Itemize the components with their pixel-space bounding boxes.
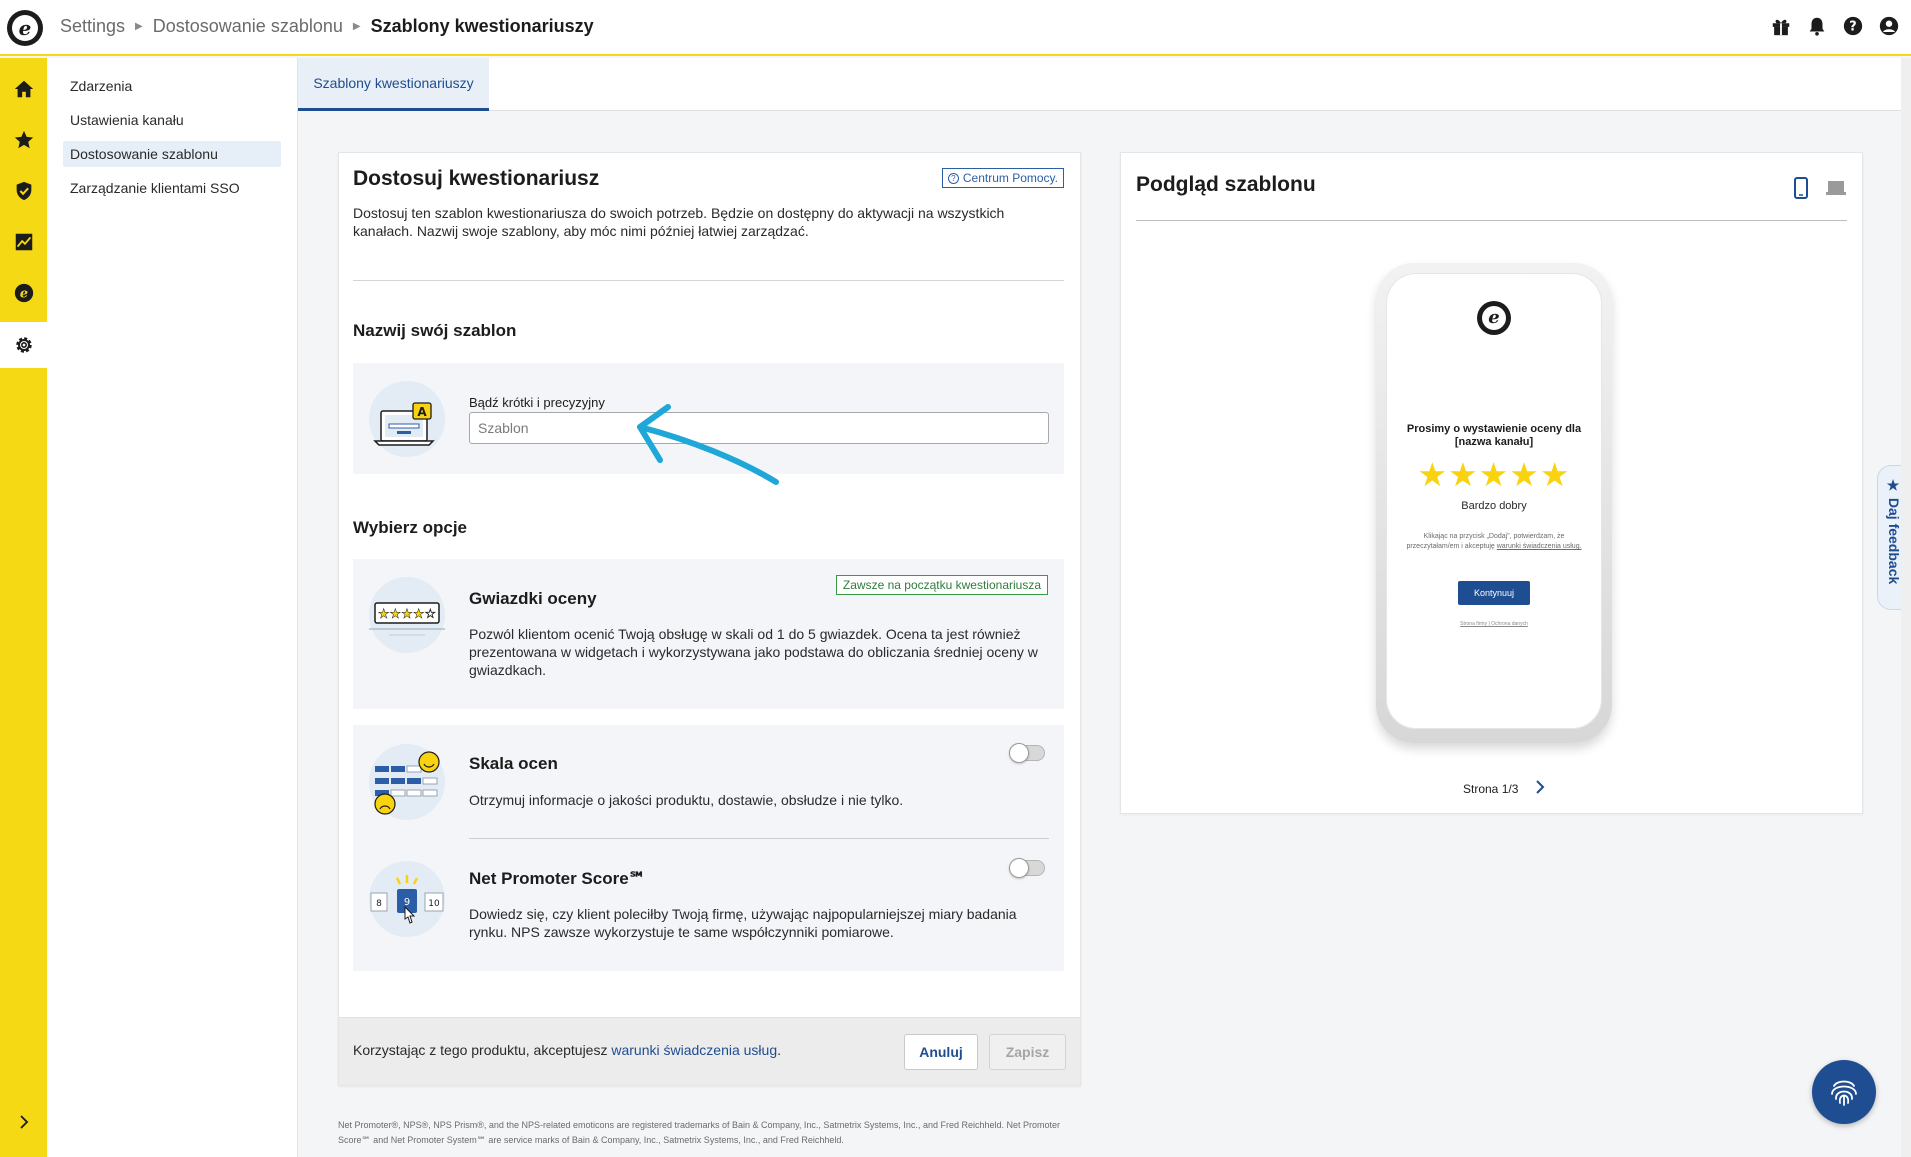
options-section-title: Wybierz opcje	[353, 518, 467, 537]
trustpilot-icon[interactable]: e	[0, 270, 47, 316]
phone-screen: e Prosimy o wystawienie oceny dla [nazwa…	[1386, 273, 1602, 729]
nps-option-description: Dowiedz się, czy klient poleciłby Twoją …	[469, 906, 1017, 940]
template-name-label: Bądź krótki i precyzyjny	[469, 395, 605, 410]
svg-text:A: A	[417, 405, 427, 419]
star-icon[interactable]	[0, 117, 47, 163]
terms-link[interactable]: warunki świadczenia usług	[611, 1042, 777, 1058]
nps-toggle[interactable]	[1009, 858, 1045, 878]
always-first-badge: Zawsze na początku kwestionariusza	[835, 575, 1048, 595]
settings-icon[interactable]	[0, 322, 47, 368]
tab-questionnaire-templates[interactable]: Szablony kwestionariuszy	[298, 58, 489, 111]
breadcrumb-settings[interactable]: Settings	[60, 16, 125, 37]
scale-option-title: Skala ocen	[469, 754, 558, 773]
preview-logo: e	[1477, 301, 1511, 335]
feedback-label: ★ Daj feedback	[1886, 478, 1902, 584]
terms-prefix: Korzystając z tego produktu, akceptujesz	[353, 1042, 612, 1058]
preview-stars: ★★★★★	[1417, 456, 1571, 493]
shield-icon[interactable]	[0, 168, 47, 214]
stars-option-description: Pozwól klientom ocenić Twoją obsługę w s…	[469, 626, 1038, 678]
mobile-icon[interactable]	[1788, 175, 1814, 201]
nps-illustration-number: 8	[376, 899, 382, 909]
analytics-icon[interactable]	[0, 219, 47, 265]
cancel-button[interactable]: Anuluj	[904, 1034, 978, 1070]
preview-continue-button: Kontynuuj	[1458, 581, 1530, 605]
breadcrumb-separator-icon: ▶	[352, 21, 361, 32]
customize-title: Dostosuj kwestionariusz	[353, 167, 600, 190]
scrollbar[interactable]	[1901, 58, 1911, 1157]
question-circle-icon: ?	[947, 172, 959, 184]
help-center-button[interactable]: ? Centrum Pomocy.	[941, 168, 1064, 188]
subnav-item-sso-management[interactable]: Zarządzanie klientami SSO	[63, 175, 281, 201]
optional-features-panel: Skala ocen Otrzymuj informacje o jakości…	[353, 725, 1064, 971]
left-rail: e	[0, 58, 47, 1157]
terms-text: Korzystając z tego produktu, akceptujesz…	[353, 1042, 781, 1058]
bell-icon[interactable]	[1805, 14, 1829, 38]
app-logo[interactable]: e	[7, 10, 43, 46]
subnav-item-channel-settings[interactable]: Ustawienia kanału	[63, 107, 281, 133]
help-icon[interactable]: ?	[1841, 14, 1865, 38]
scale-toggle[interactable]	[1009, 743, 1045, 763]
breadcrumb-current: Szablony kwestionariuszy	[370, 16, 594, 36]
pager-label: Strona 1/3	[1463, 781, 1519, 796]
card-footer: Korzystając z tego produktu, akceptujesz…	[339, 1017, 1080, 1085]
toggle-knob	[1009, 743, 1029, 763]
name-section-title: Nazwij swój szablon	[353, 321, 517, 340]
breadcrumb-template-customization[interactable]: Dostosowanie szablonu	[153, 16, 343, 37]
nps-option-title: Net Promoter Score℠	[469, 869, 646, 888]
fingerprint-icon[interactable]	[1812, 1060, 1876, 1124]
legal-notice: Net Promoter®, NPS®, NPS Prism®, and the…	[338, 1120, 1061, 1145]
toggle-knob	[1009, 858, 1029, 878]
breadcrumb: Settings ▶ Dostosowanie szablonu ▶ Szabl…	[60, 16, 594, 37]
user-icon[interactable]	[1877, 14, 1901, 38]
preview-consent: Klikając na przycisk „Dodaj”, potwierdza…	[1402, 532, 1586, 552]
option-divider	[469, 838, 1049, 839]
annotation-arrow-icon	[637, 404, 779, 485]
save-button[interactable]: Zapisz	[989, 1034, 1066, 1070]
svg-text:★★★★☆: ★★★★☆	[378, 607, 436, 622]
preview-title: Podgląd szablonu	[1136, 173, 1316, 196]
help-center-label: Centrum Pomocy.	[962, 171, 1058, 185]
breadcrumb-separator-icon: ▶	[135, 21, 143, 32]
subnav-item-events[interactable]: Zdarzenia	[63, 73, 281, 99]
divider	[1136, 220, 1847, 221]
preview-question: Prosimy o wystawienie oceny dla [nazwa k…	[1406, 423, 1582, 448]
customize-card: Dostosuj kwestionariusz ? Centrum Pomocy…	[338, 152, 1081, 1086]
nps-illustration-icon: 8 9 10	[369, 861, 445, 937]
top-bar: e Settings ▶ Dostosowanie szablonu ▶ Sza…	[0, 0, 1911, 56]
tab-bar: Szablony kwestionariuszy	[298, 58, 1901, 111]
terms-suffix: .	[777, 1042, 782, 1058]
preview-consent-link: warunki świadczenia usług.	[1496, 543, 1582, 550]
nps-illustration-number: 10	[428, 899, 440, 909]
stars-option-panel: ★★★★☆ Zawsze na początku kwestionariusza…	[353, 559, 1064, 709]
gift-icon[interactable]	[1769, 14, 1793, 38]
scale-option-description: Otrzymuj informacje o jakości produktu, …	[469, 792, 904, 808]
feedback-label-text: Daj feedback	[1886, 497, 1902, 585]
preview-rating-label: Bardzo dobry	[1461, 500, 1527, 512]
subnav-item-template-customization[interactable]: Dostosowanie szablonu	[63, 141, 281, 167]
preview-card: Podgląd szablonu e Prosimy o wystawienie…	[1120, 152, 1863, 814]
settings-subnav: Zdarzenia Ustawienia kanału Dostosowanie…	[47, 58, 298, 1157]
chevron-right-icon[interactable]	[1534, 780, 1546, 797]
preview-footer-links: Strona firmy | Ochrona danych	[1460, 621, 1528, 627]
star-icon: ★	[1886, 478, 1902, 498]
home-icon[interactable]	[0, 66, 47, 112]
customize-description: Dostosuj ten szablon kwestionariusza do …	[353, 205, 1005, 239]
svg-text:e: e	[19, 287, 27, 302]
stars-option-title: Gwiazdki oceny	[469, 589, 597, 608]
laptop-illustration-icon: A	[369, 381, 445, 457]
svg-text:?: ?	[1849, 20, 1856, 35]
star-rating-illustration-icon: ★★★★☆	[369, 577, 445, 653]
rating-scale-illustration-icon	[369, 744, 445, 820]
laptop-icon[interactable]	[1823, 175, 1849, 201]
divider	[353, 280, 1064, 281]
preview-pager: Strona 1/3	[1463, 780, 1546, 797]
chevron-right-icon[interactable]	[0, 1099, 47, 1145]
phone-mockup: e Prosimy o wystawienie oceny dla [nazwa…	[1376, 263, 1612, 743]
